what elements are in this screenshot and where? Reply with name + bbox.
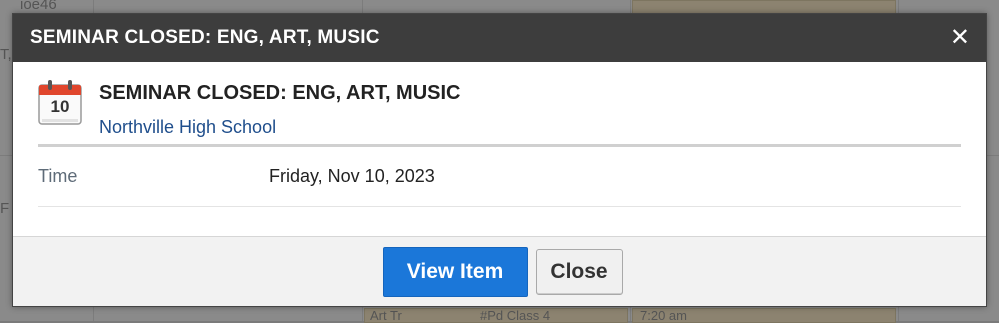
- calendar-icon-day: 10: [50, 97, 70, 116]
- view-item-button[interactable]: View Item: [382, 246, 528, 297]
- calendar-icon: 10: [38, 79, 82, 125]
- school-link[interactable]: Northville High School: [99, 117, 461, 138]
- detail-value: Friday, Nov 10, 2023: [269, 166, 435, 186]
- close-icon[interactable]: ✕: [950, 26, 970, 50]
- close-button[interactable]: Close: [535, 248, 623, 295]
- background-event: [632, 0, 896, 14]
- background-text: ioe46: [20, 0, 57, 13]
- event-title: SEMINAR CLOSED: ENG, ART, MUSIC: [99, 82, 461, 104]
- modal-body: 10 SEMINAR CLOSED: ENG, ART, MUSIC North…: [13, 62, 986, 207]
- event-modal: SEMINAR CLOSED: ENG, ART, MUSIC ✕ 10 SEM…: [12, 13, 987, 307]
- modal-title: SEMINAR CLOSED: ENG, ART, MUSIC: [30, 27, 380, 48]
- modal-footer: View Item Close: [13, 236, 986, 306]
- event-info: SEMINAR CLOSED: ENG, ART, MUSIC Northvil…: [99, 79, 461, 138]
- detail-row-time: Time Friday, Nov 10, 2023: [38, 147, 961, 207]
- event-header: 10 SEMINAR CLOSED: ENG, ART, MUSIC North…: [38, 62, 961, 141]
- modal-header: SEMINAR CLOSED: ENG, ART, MUSIC ✕: [13, 14, 986, 62]
- background-text: F: [0, 200, 10, 217]
- detail-label: Time: [38, 166, 78, 186]
- background-text: T,: [0, 46, 12, 63]
